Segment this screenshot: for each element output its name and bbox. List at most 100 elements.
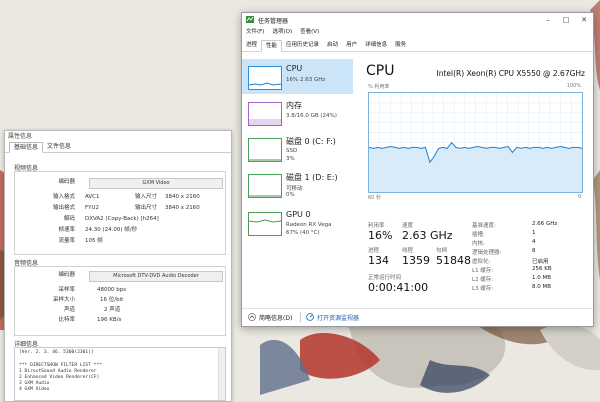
- info-label-virtualization: 虚拟化:: [472, 259, 491, 265]
- audio-row-3: 声道 2 声道: [15, 306, 225, 315]
- minimize-icon[interactable]: –: [539, 13, 557, 27]
- video-decoder-value: GXM Video: [89, 178, 223, 189]
- video-label-input-size: 输入尺寸: [134, 194, 157, 200]
- uptime-label: 正常运行时间: [368, 275, 402, 281]
- video-label-input-format: 输入格式: [52, 194, 75, 200]
- graph-caption-left: % 利用率: [368, 84, 390, 90]
- disk-1-mini-graph: [248, 174, 282, 198]
- close-icon[interactable]: ✕: [575, 13, 593, 27]
- detail-log-box[interactable]: [Ver. 2. 3. 46. 5300(2301)] *** DIRECTSH…: [14, 347, 226, 401]
- utilization-value: 16%: [368, 229, 393, 242]
- disk-0-mini-graph: [248, 138, 282, 162]
- fewer-details-link[interactable]: 简略信息(D): [259, 313, 292, 322]
- speed-label: 速度: [402, 223, 414, 229]
- info-value-cores: 4: [532, 239, 536, 245]
- speed-value: 2.63 GHz: [402, 229, 453, 242]
- video-label-framerate: 帧速率: [58, 227, 75, 233]
- menu-options[interactable]: 选项(O): [268, 28, 296, 37]
- sidebar-item-detail: 16% 2.63 GHz: [286, 77, 326, 83]
- tab-performance[interactable]: 性能: [261, 40, 283, 52]
- tab-users[interactable]: 用户: [342, 40, 361, 51]
- footer-divider: [300, 312, 301, 322]
- video-row-4: 帧速率 24.30 (24.00) 帧/秒: [15, 226, 225, 235]
- sidebar-item-detail: 67% (40 °C): [286, 230, 320, 236]
- info-label-base-speed: 基准速度:: [472, 223, 496, 229]
- log-line: 1 DirectSound Audio Renderer: [19, 369, 97, 374]
- processes-label: 进程: [368, 248, 380, 254]
- open-resource-monitor-link[interactable]: 打开资源监视器: [317, 313, 359, 322]
- video-decoder-row: 编码器 GXM Video: [15, 178, 225, 189]
- tab-services[interactable]: 服务: [391, 40, 410, 51]
- window-title: 任务管理器: [258, 18, 289, 25]
- tab-processes[interactable]: 进程: [242, 40, 261, 51]
- info-label-l3: L3 缓存:: [472, 286, 494, 292]
- video-row-5: 流量率 105 帧: [15, 237, 225, 246]
- tab-app-history[interactable]: 应用历史记录: [282, 40, 323, 51]
- tab-basic-info[interactable]: 基础信息: [9, 142, 44, 153]
- threads-label: 线程: [402, 248, 414, 254]
- sidebar-item-detail: 3%: [286, 156, 295, 162]
- media-info-window: 属性信息 基础信息 文件信息 视频信息 编码器 GXM Video 输入格式 A…: [4, 130, 232, 402]
- audio-row-2: 采样大小 16 位/bit: [15, 296, 225, 305]
- audio-decoder-value: Microsoft DTV-DVD Audio Decoder: [89, 271, 223, 282]
- log-scrollbar[interactable]: [218, 348, 225, 400]
- title-bar[interactable]: 任务管理器 – □ ✕: [242, 13, 593, 27]
- audio-decoder-row: 编码器 Microsoft DTV-DVD Audio Decoder: [15, 271, 225, 282]
- video-value-output-size: 3840 x 2160: [165, 205, 200, 211]
- sidebar-item-memory[interactable]: 内存 3.8/16.0 GB (24%): [242, 95, 353, 130]
- cpu-panel: CPU Intel(R) Xeon(R) CPU X5550 @ 2.67GHz…: [364, 55, 589, 310]
- sidebar-item-label: 磁盘 1 (D: E:): [286, 173, 338, 182]
- info-value-base-speed: 2.66 GHz: [532, 221, 558, 227]
- menu-file[interactable]: 文件(F): [242, 28, 268, 37]
- tab-file-info[interactable]: 文件信息: [43, 142, 75, 152]
- tab-startup[interactable]: 启动: [323, 40, 342, 51]
- tab-details[interactable]: 详细信息: [361, 40, 391, 51]
- sidebar-item-label: 内存: [286, 101, 302, 110]
- info-value-sockets: 1: [532, 230, 536, 236]
- sidebar-item-label: 磁盘 0 (C: F:): [286, 137, 336, 146]
- resource-monitor-icon[interactable]: [306, 313, 314, 321]
- processes-value: 134: [368, 254, 389, 267]
- sidebar-item-disk-1[interactable]: 磁盘 1 (D: E:) 可移动 0%: [242, 167, 353, 202]
- audio-label-samplerate: 采样率: [58, 287, 75, 293]
- video-value-input-size: 3840 x 2160: [165, 194, 200, 200]
- footer-bar: 简略信息(D) 打开资源监视器: [242, 308, 593, 327]
- video-value-output-format: FYU2: [85, 205, 100, 211]
- video-decoder-label: 编码器: [58, 179, 75, 185]
- gpu-mini-graph: [248, 212, 282, 236]
- audio-info-box: 编码器 Microsoft DTV-DVD Audio Decoder 采样率 …: [14, 266, 226, 336]
- log-line: [Ver. 2. 3. 46. 5300(2301)]: [19, 350, 94, 355]
- sidebar-item-label: GPU 0: [286, 210, 311, 219]
- info-label-logical: 逻辑处理器:: [472, 250, 502, 256]
- audio-row-1: 采样率 48000 bps: [15, 286, 225, 295]
- audio-label-samplesize: 采样大小: [52, 297, 75, 303]
- video-info-box: 编码器 GXM Video 输入格式 AVC1 输入尺寸 3840 x 2160…: [14, 171, 226, 255]
- maximize-icon[interactable]: □: [557, 13, 575, 27]
- info-label-l1: L1 缓存:: [472, 268, 494, 274]
- sidebar-item-detail: SSD: [286, 148, 298, 154]
- video-label-output-format: 输出格式: [52, 205, 75, 211]
- audio-value-channels: 2 声道: [104, 307, 121, 313]
- handles-value: 51848: [436, 254, 471, 267]
- sidebar-item-cpu[interactable]: CPU 16% 2.63 GHz: [242, 59, 353, 94]
- sidebar-item-disk-0[interactable]: 磁盘 0 (C: F:) SSD 3%: [242, 131, 353, 166]
- media-info-title: 属性信息: [8, 133, 33, 140]
- info-value-l3: 8.0 MB: [532, 284, 552, 290]
- video-row-2: 输出格式 FYU2 输出尺寸 3840 x 2160: [15, 204, 225, 213]
- performance-sidebar: CPU 16% 2.63 GHz 内存 3.8/16.0 GB (24%) 磁盘…: [242, 55, 353, 305]
- audio-decoder-label: 编码器: [58, 272, 75, 278]
- info-label-cores: 内核:: [472, 241, 485, 247]
- video-row-3: 解码 DXVA2 (Copy-Back) [h264]: [15, 215, 225, 224]
- menu-view[interactable]: 查看(V): [296, 28, 323, 37]
- info-value-virtualization: 已启用: [532, 259, 549, 265]
- task-manager-app-icon: [246, 16, 254, 23]
- sidebar-item-gpu-0[interactable]: GPU 0 Radeon RX Vega 67% (40 °C): [242, 205, 353, 240]
- chevron-up-icon[interactable]: [248, 313, 256, 321]
- info-value-l2: 1.0 MB: [532, 275, 552, 281]
- log-line: 4 GXM Video: [19, 387, 50, 392]
- video-value-framerate: 24.30 (24.00) 帧/秒: [85, 227, 138, 233]
- graph-foot-right: 0: [577, 194, 581, 200]
- cpu-mini-graph: [248, 66, 282, 90]
- task-manager-window: 任务管理器 – □ ✕ 文件(F) 选项(O) 查看(V) 进程 性能 应用历史…: [241, 12, 594, 327]
- tab-bar: 进程 性能 应用历史记录 启动 用户 详细信息 服务: [242, 40, 593, 52]
